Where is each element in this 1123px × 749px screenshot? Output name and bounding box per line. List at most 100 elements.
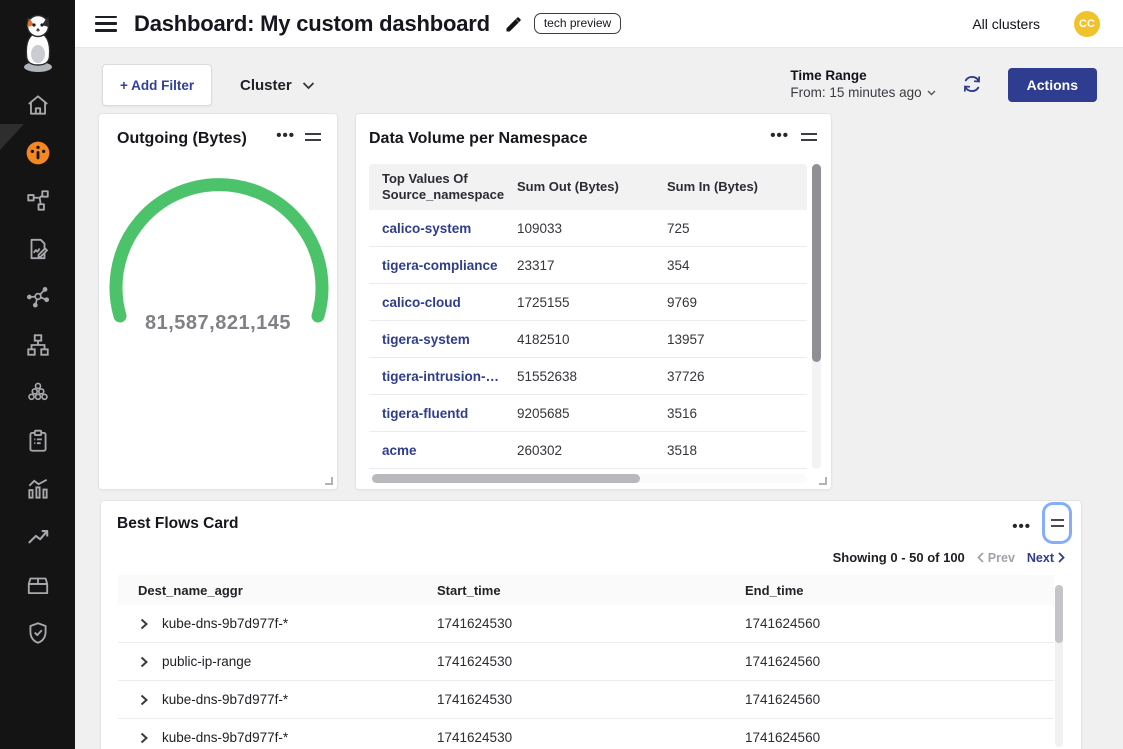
- sum-out-value: 9205685: [507, 406, 657, 421]
- horizontal-scrollbar[interactable]: [369, 474, 807, 483]
- security-icon[interactable]: [25, 620, 51, 646]
- refresh-button[interactable]: [960, 73, 984, 97]
- table-row[interactable]: kube-dns-9b7d977f-* 1741624530 174162456…: [118, 605, 1054, 643]
- column-header-dest[interactable]: Dest_name_aggr: [118, 583, 437, 598]
- workloads-icon[interactable]: [25, 380, 51, 406]
- edit-pencil-icon[interactable]: [504, 14, 524, 34]
- column-header-namespace[interactable]: Top Values Of Source_namespace: [369, 171, 507, 204]
- prev-page-button[interactable]: Prev: [977, 551, 1015, 565]
- network-tree-icon[interactable]: [25, 332, 51, 358]
- card-drag-handle-icon[interactable]: [305, 133, 321, 145]
- end-time: 1741624560: [745, 616, 1054, 631]
- card-title: Best Flows Card: [117, 515, 238, 533]
- namespace-link[interactable]: calico-cloud: [382, 295, 507, 310]
- tech-preview-badge: tech preview: [534, 13, 621, 34]
- sum-in-value: 3518: [657, 443, 797, 458]
- column-header-sum-in[interactable]: Sum In (Bytes): [657, 179, 797, 195]
- column-header-end[interactable]: End_time: [745, 583, 1054, 598]
- chevron-down-icon: [302, 81, 315, 90]
- namespace-link[interactable]: tigera-fluentd: [382, 406, 507, 421]
- flow-logs-icon[interactable]: [25, 236, 51, 262]
- card-resize-handle[interactable]: [325, 477, 333, 485]
- calico-cat-logo: [16, 12, 60, 74]
- sum-out-value: 23317: [507, 258, 657, 273]
- outgoing-bytes-card: Outgoing (Bytes) ••• 81,587,821,145: [98, 113, 338, 490]
- table-header-row: Dest_name_aggr Start_time End_time: [118, 575, 1054, 605]
- add-filter-button[interactable]: + Add Filter: [102, 64, 212, 106]
- start-time: 1741624530: [437, 654, 745, 669]
- end-time: 1741624560: [745, 730, 1054, 745]
- column-header-sum-out[interactable]: Sum Out (Bytes): [507, 179, 657, 195]
- all-clusters-selector[interactable]: All clusters: [972, 16, 1040, 32]
- expand-chevron-icon[interactable]: [138, 618, 150, 630]
- data-volume-card: Data Volume per Namespace ••• Top Values…: [355, 113, 832, 490]
- statistics-icon[interactable]: [25, 476, 51, 502]
- table-header-row: Top Values Of Source_namespace Sum Out (…: [369, 164, 807, 210]
- packages-icon[interactable]: [25, 572, 51, 598]
- card-title: Data Volume per Namespace: [369, 130, 587, 148]
- table-row: tigera-fluentd 9205685 3516: [369, 395, 807, 432]
- card-menu-icon[interactable]: •••: [276, 128, 295, 143]
- sum-out-value: 260302: [507, 443, 657, 458]
- best-flows-table: Dest_name_aggr Start_time End_time kube-…: [118, 575, 1054, 749]
- next-page-button[interactable]: Next: [1027, 551, 1065, 565]
- scrollbar-thumb[interactable]: [812, 164, 821, 362]
- service-graph-icon[interactable]: [25, 188, 51, 214]
- policies-icon[interactable]: [25, 428, 51, 454]
- table-row[interactable]: kube-dns-9b7d977f-* 1741624530 174162456…: [118, 719, 1054, 749]
- card-menu-icon[interactable]: •••: [770, 128, 789, 143]
- vertical-scrollbar[interactable]: [1055, 585, 1063, 747]
- expand-chevron-icon[interactable]: [138, 656, 150, 668]
- card-title: Outgoing (Bytes): [117, 130, 247, 148]
- card-drag-handle-icon[interactable]: [801, 133, 817, 145]
- dashboard-toolbar: + Add Filter Cluster Time Range From: 15…: [102, 64, 1097, 106]
- sum-out-value: 1725155: [507, 295, 657, 310]
- vertical-scrollbar[interactable]: [812, 164, 821, 469]
- scrollbar-thumb[interactable]: [1055, 585, 1063, 643]
- pagination: Showing 0 - 50 of 100 Prev Next: [833, 550, 1065, 565]
- cluster-dropdown[interactable]: Cluster: [240, 64, 315, 106]
- time-range-control[interactable]: Time Range From: 15 minutes ago: [790, 68, 935, 102]
- chevron-down-icon: [927, 90, 936, 96]
- dest-name: kube-dns-9b7d977f-*: [162, 692, 288, 707]
- expand-chevron-icon[interactable]: [138, 694, 150, 706]
- expand-chevron-icon[interactable]: [138, 732, 150, 744]
- trends-icon[interactable]: [25, 524, 51, 550]
- table-row[interactable]: kube-dns-9b7d977f-* 1741624530 174162456…: [118, 681, 1054, 719]
- table-row: tigera-intrusion-d… 51552638 37726: [369, 358, 807, 395]
- card-menu-icon[interactable]: •••: [1012, 519, 1031, 534]
- table-row[interactable]: public-ip-range 1741624530 1741624560: [118, 643, 1054, 681]
- sum-in-value: 9769: [657, 295, 797, 310]
- refresh-icon: [961, 73, 983, 95]
- toolbar-right: Time Range From: 15 minutes ago Actions: [790, 64, 1097, 106]
- page-title: Dashboard: My custom dashboard: [134, 11, 490, 37]
- menu-icon[interactable]: [95, 16, 117, 32]
- card-drag-handle-focused[interactable]: [1045, 505, 1069, 541]
- sum-out-value: 51552638: [507, 369, 657, 384]
- namespace-link[interactable]: tigera-system: [382, 332, 507, 347]
- column-header-start[interactable]: Start_time: [437, 583, 745, 598]
- home-icon[interactable]: [25, 92, 51, 118]
- namespace-link[interactable]: calico-system: [382, 221, 507, 236]
- dashboards-icon-active[interactable]: [25, 140, 51, 166]
- sum-in-value: 3516: [657, 406, 797, 421]
- chevron-right-icon: [1058, 552, 1065, 563]
- start-time: 1741624530: [437, 692, 745, 707]
- avatar[interactable]: CC: [1074, 11, 1100, 37]
- table-row: tigera-compliance 23317 354: [369, 247, 807, 284]
- chevron-left-icon: [977, 552, 984, 563]
- namespace-link[interactable]: tigera-compliance: [382, 258, 507, 273]
- actions-button[interactable]: Actions: [1008, 68, 1097, 102]
- card-resize-handle[interactable]: [819, 477, 827, 485]
- scrollbar-thumb[interactable]: [372, 474, 640, 483]
- table-row: tigera-system 4182510 13957: [369, 321, 807, 358]
- main-content: + Add Filter Cluster Time Range From: 15…: [75, 48, 1123, 749]
- cluster-dropdown-label: Cluster: [240, 77, 292, 94]
- namespace-link[interactable]: tigera-intrusion-d…: [382, 369, 507, 384]
- sum-in-value: 354: [657, 258, 797, 273]
- pagination-status: Showing 0 - 50 of 100: [833, 550, 965, 565]
- sum-in-value: 13957: [657, 332, 797, 347]
- connections-icon[interactable]: [25, 284, 51, 310]
- namespace-link[interactable]: acme: [382, 443, 507, 458]
- topbar: Dashboard: My custom dashboard tech prev…: [75, 0, 1123, 48]
